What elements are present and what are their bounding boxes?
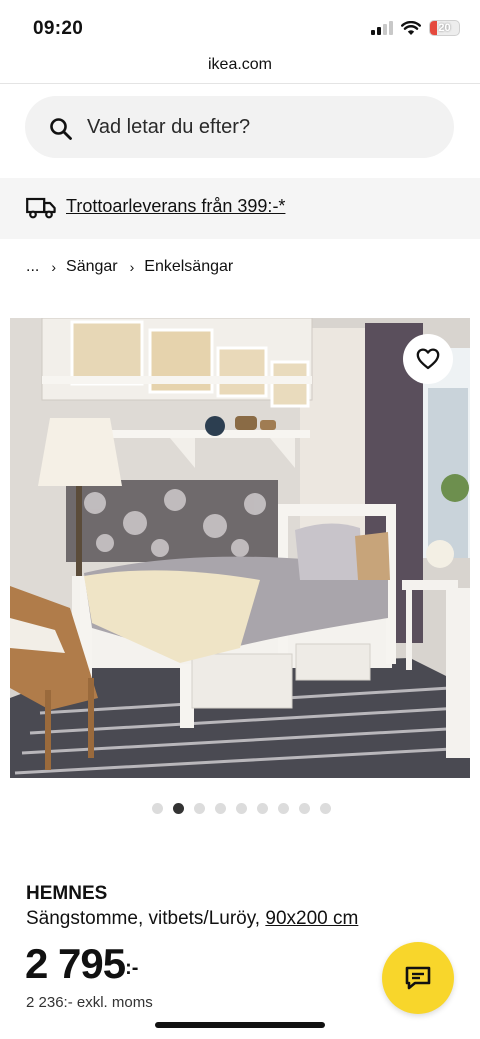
product-description-text: Sängstomme, vitbets/Luröy,	[26, 908, 266, 929]
search-placeholder: Vad letar du efter?	[87, 116, 251, 138]
wifi-icon	[401, 20, 421, 35]
chat-icon	[405, 966, 431, 990]
breadcrumb-root[interactable]: ...	[26, 258, 39, 276]
chevron-right-icon: ›	[51, 259, 57, 275]
truck-icon	[26, 197, 56, 219]
search-icon	[50, 118, 72, 140]
url-text: ikea.com	[207, 56, 273, 73]
carousel-dot-active[interactable]	[173, 803, 184, 814]
carousel-dot[interactable]	[278, 803, 289, 814]
home-indicator[interactable]	[155, 1022, 325, 1028]
bedroom-photo	[10, 318, 470, 778]
carousel-dot[interactable]	[236, 803, 247, 814]
product-name: HEMNES	[26, 883, 108, 904]
carousel-dot[interactable]	[215, 803, 226, 814]
product-description: Sängstomme, vitbets/Luröy, 90x200 cm	[26, 908, 358, 930]
chat-button[interactable]	[382, 942, 454, 1014]
price-value: 2 795	[25, 940, 126, 987]
chevron-right-icon: ›	[129, 259, 135, 275]
price-excl-vat: 2 236:- exkl. moms	[26, 994, 153, 1011]
battery-level: 20	[438, 22, 451, 34]
carousel-dot[interactable]	[194, 803, 205, 814]
address-bar[interactable]: ikea.com	[0, 54, 480, 84]
status-time: 09:20	[33, 18, 84, 39]
breadcrumb: ... › Sängar › Enkelsängar	[26, 257, 233, 277]
favorite-button[interactable]	[403, 334, 453, 384]
product-size-link[interactable]: 90x200 cm	[265, 908, 358, 929]
delivery-link[interactable]: Trottoarleverans från 399:-*	[66, 196, 285, 217]
battery-icon: 20	[429, 20, 460, 36]
signal-icon	[371, 21, 393, 35]
status-bar: 09:20 20	[0, 0, 480, 54]
breadcrumb-item-enkelsangar[interactable]: Enkelsängar	[144, 258, 233, 276]
breadcrumb-item-sangar[interactable]: Sängar	[66, 258, 118, 276]
heart-icon	[416, 348, 440, 370]
product-image[interactable]	[10, 318, 470, 778]
carousel-dot[interactable]	[257, 803, 268, 814]
product-price: 2 795:-	[25, 940, 138, 988]
carousel-dot[interactable]	[299, 803, 310, 814]
carousel-dot[interactable]	[152, 803, 163, 814]
status-icons: 20	[371, 20, 460, 36]
carousel-dots[interactable]	[152, 803, 331, 814]
carousel-dot[interactable]	[320, 803, 331, 814]
price-suffix: :-	[125, 957, 139, 979]
